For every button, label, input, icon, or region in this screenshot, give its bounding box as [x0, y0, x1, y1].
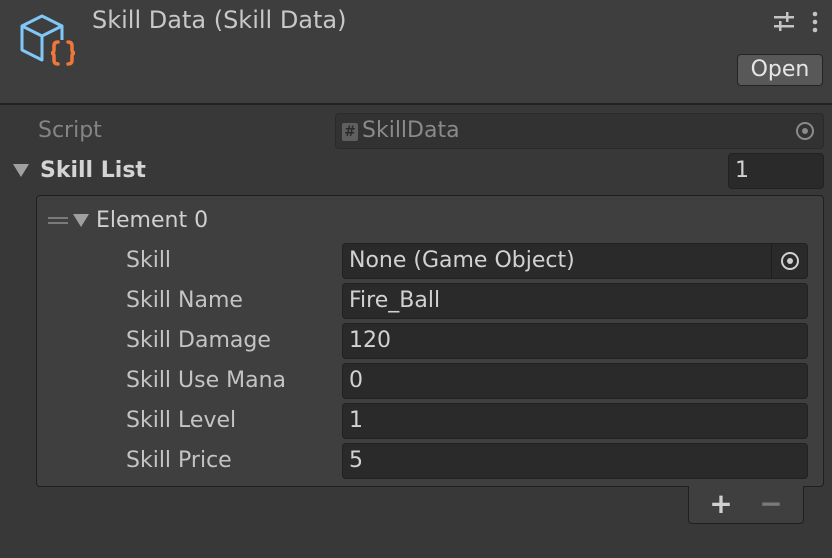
script-value: SkillData: [362, 118, 460, 143]
element-foldout-icon[interactable]: [73, 214, 89, 227]
asset-title: Skill Data (Skill Data): [92, 6, 347, 34]
script-label: Script: [38, 118, 102, 143]
remove-element-button[interactable]: −: [756, 490, 786, 518]
skill-label: Skill: [126, 248, 172, 273]
skill-list-foldout-icon[interactable]: [13, 164, 29, 177]
skill-name-label: Skill Name: [126, 288, 243, 313]
skill-level-label: Skill Level: [126, 408, 237, 433]
object-picker-icon: [781, 252, 799, 270]
object-picker-icon: [796, 122, 814, 140]
skill-name-field[interactable]: Fire_Ball: [342, 283, 808, 319]
skill-damage-label: Skill Damage: [126, 328, 271, 353]
skill-use-mana-label: Skill Use Mana: [126, 368, 287, 393]
skill-object-field[interactable]: None (Game Object): [342, 243, 808, 279]
skill-level-field[interactable]: 1: [342, 403, 808, 439]
add-element-button[interactable]: +: [706, 490, 736, 518]
script-picker[interactable]: [787, 114, 823, 148]
skill-use-mana-field[interactable]: 0: [342, 363, 808, 399]
skill-object-value: None (Game Object): [349, 248, 575, 273]
element-0-label[interactable]: Element 0: [96, 207, 208, 235]
skill-picker[interactable]: [771, 244, 807, 278]
open-button[interactable]: Open: [737, 54, 823, 86]
skill-price-field[interactable]: 5: [342, 443, 808, 479]
drag-handle-icon[interactable]: [48, 216, 68, 226]
scriptable-object-icon: [20, 14, 76, 66]
cs-script-icon: #: [342, 123, 358, 141]
inspector-header: Skill Data (Skill Data) Open: [0, 0, 832, 105]
skill-list-size-field[interactable]: 1: [728, 153, 824, 189]
skill-list-label[interactable]: Skill List: [40, 157, 146, 185]
kebab-menu-icon[interactable]: [807, 10, 823, 34]
skill-price-label: Skill Price: [126, 448, 232, 473]
skill-damage-field[interactable]: 120: [342, 323, 808, 359]
script-field[interactable]: # SkillData: [335, 113, 824, 149]
preset-sliders-icon[interactable]: [772, 10, 796, 34]
